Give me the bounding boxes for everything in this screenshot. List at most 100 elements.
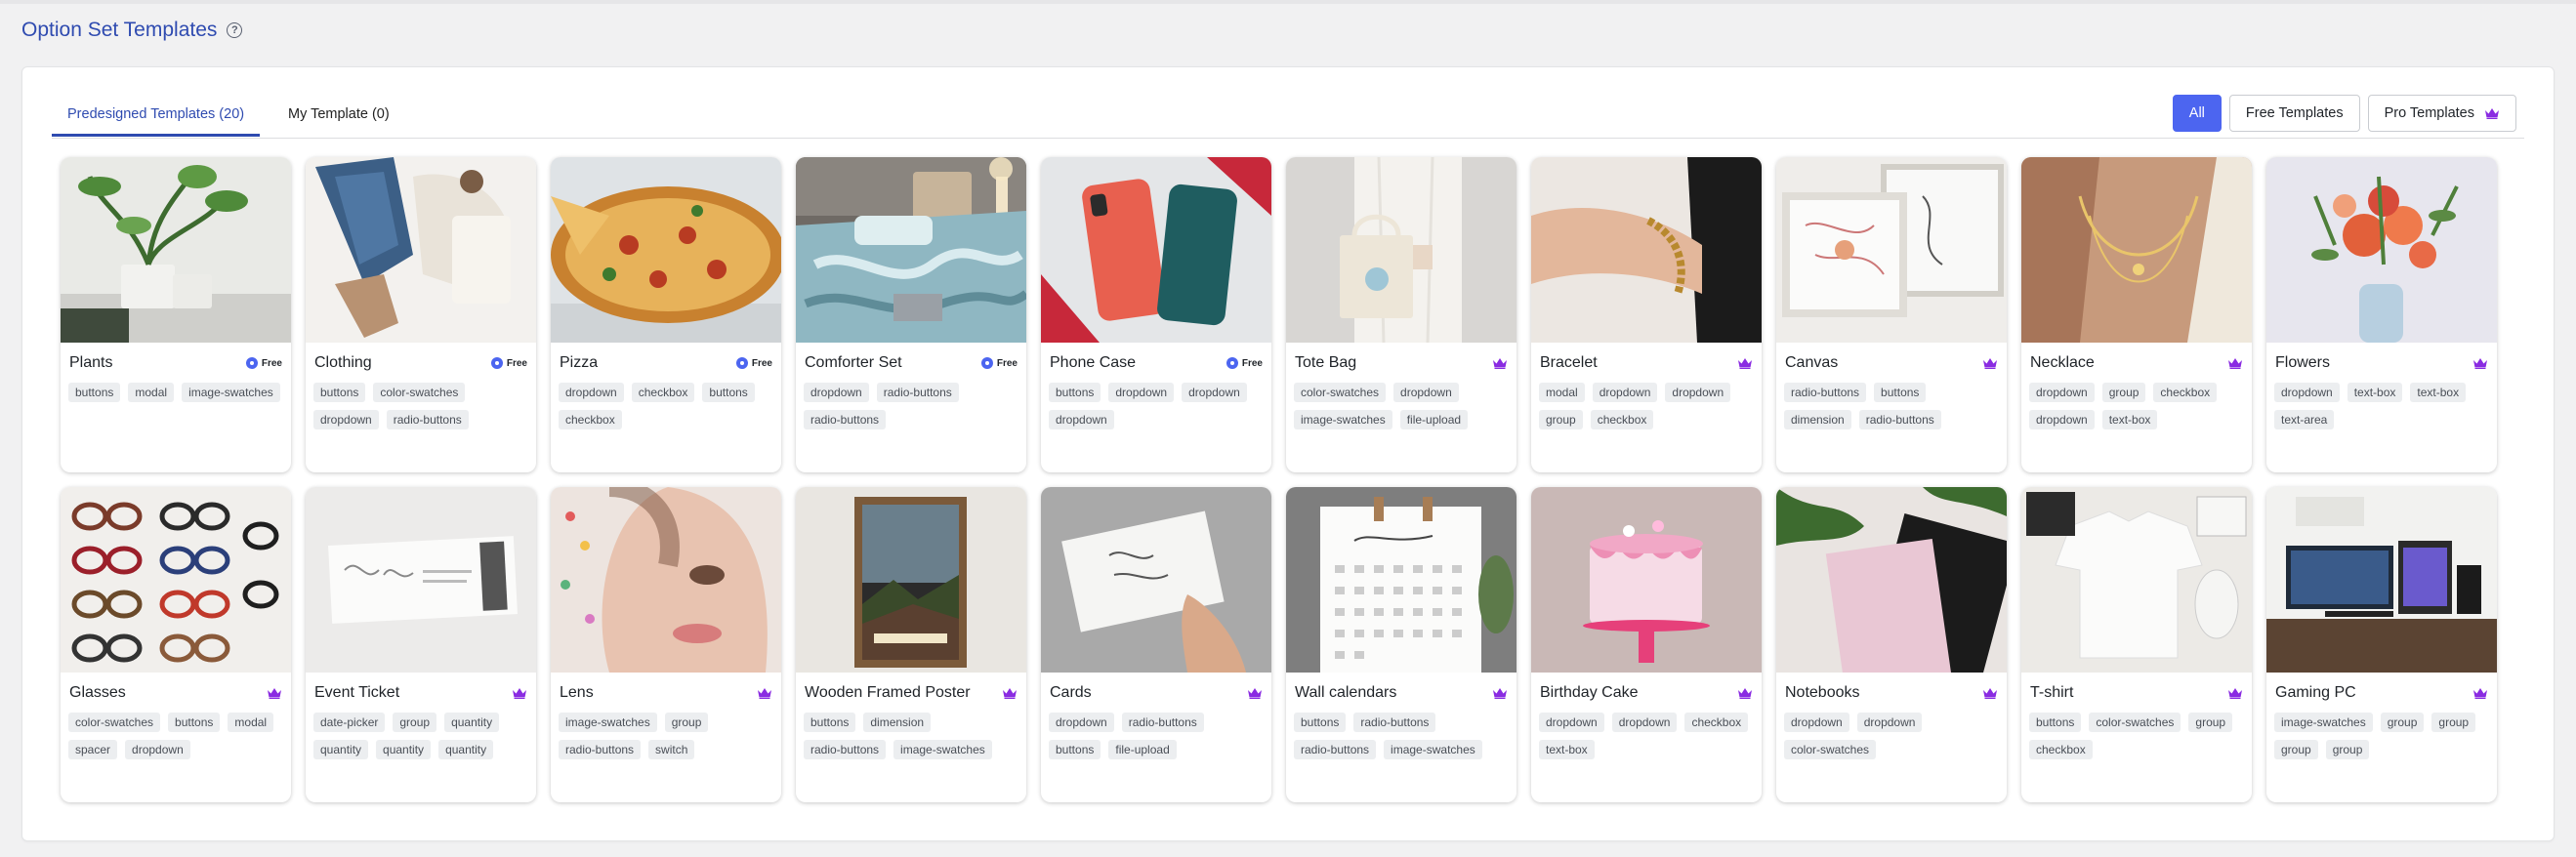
template-thumbnail [2266, 487, 2497, 673]
option-type-tag: buttons [804, 713, 856, 732]
option-type-tag: quantity [313, 740, 369, 759]
crown-icon [268, 688, 281, 699]
template-card[interactable]: Phone Case Free buttons dropdown dropdown d… [1041, 157, 1271, 472]
template-card-header: T-shirt [2021, 682, 2252, 704]
template-card[interactable]: Plants Free buttons modal image-swatches [61, 157, 291, 472]
template-card-header: Bracelet [1531, 352, 1762, 374]
template-card[interactable]: Canvas radio-buttons buttons dimension radi… [1776, 157, 2007, 472]
tab-predesigned-templates[interactable]: Predesigned Templates (20) [52, 97, 261, 137]
option-type-tag: checkbox [1590, 410, 1654, 429]
template-card[interactable]: Birthday Cake dropdown dropdown checkbox te… [1531, 487, 1762, 802]
crown-icon [1983, 688, 1997, 699]
template-card[interactable]: Lens image-swatches group radio-buttons swi… [551, 487, 781, 802]
template-tags: dropdown radio-buttons radio-buttons [796, 383, 1026, 429]
option-type-tag: color-swatches [68, 713, 161, 732]
template-card[interactable]: Pizza Free dropdown checkbox buttons checkb… [551, 157, 781, 472]
template-card[interactable]: Notebooks dropdown dropdown color-swatches [1776, 487, 2007, 802]
template-card[interactable]: Necklace dropdown group checkbox dropdown te… [2021, 157, 2252, 472]
option-type-tag: file-upload [1108, 740, 1177, 759]
template-thumbnail [796, 157, 1026, 343]
option-type-tag: image-swatches [1384, 740, 1482, 759]
free-badge: Free [1226, 357, 1263, 369]
template-card-header: Clothing Free [306, 352, 536, 374]
template-tags: buttons modal image-swatches [61, 383, 291, 402]
crown-icon [2228, 688, 2242, 699]
templates-panel: Predesigned Templates (20) My Template (… [21, 66, 2555, 841]
option-type-tag: modal [1539, 383, 1585, 402]
option-type-tag: dropdown [2029, 383, 2095, 402]
template-card[interactable]: Gaming PC image-swatches group group group g… [2266, 487, 2497, 802]
template-card[interactable]: T-shirt buttons color-swatches group checkb… [2021, 487, 2252, 802]
template-card[interactable]: Glasses color-swatches buttons modal spacer… [61, 487, 291, 802]
option-type-tag: dropdown [2274, 383, 2340, 402]
option-type-tag: dropdown [125, 740, 190, 759]
option-type-tag: group [2325, 740, 2370, 759]
option-type-tag: quantity [376, 740, 432, 759]
option-type-tag: text-box [2101, 410, 2158, 429]
template-title: Wooden Framed Poster [805, 684, 971, 701]
option-type-tag: buttons [1049, 740, 1101, 759]
template-card-header: Wall calendars [1286, 682, 1517, 704]
free-badge-label: Free [751, 357, 772, 369]
template-grid: Plants Free buttons modal image-swatches C… [61, 157, 2497, 802]
template-tags: dropdown dropdown color-swatches [1776, 713, 2007, 759]
template-tags: buttons color-swatches dropdown radio-butto… [306, 383, 536, 429]
template-thumbnail [61, 157, 291, 343]
option-type-tag: radio-buttons [1858, 410, 1941, 429]
free-badge-icon [980, 357, 993, 369]
template-tags: radio-buttons buttons dimension radio-butto… [1776, 383, 2007, 429]
template-card[interactable]: Flowers dropdown text-box text-box text-are… [2266, 157, 2497, 472]
template-tags: buttons radio-buttons radio-buttons image-s… [1286, 713, 1517, 759]
option-type-tag: color-swatches [1294, 383, 1387, 402]
option-type-tag: dimension [1784, 410, 1851, 429]
template-thumbnail [61, 487, 291, 673]
template-card[interactable]: Wooden Framed Poster buttons dimension rad… [796, 487, 1026, 802]
option-type-tag: buttons [1049, 383, 1101, 402]
option-type-tag: dropdown [1665, 383, 1731, 402]
tab-my-template[interactable]: My Template (0) [272, 97, 405, 137]
template-title: Birthday Cake [1540, 684, 1639, 701]
template-card[interactable]: Tote Bag color-swatches dropdown image-swa… [1286, 157, 1517, 472]
crown-icon [1493, 688, 1507, 699]
option-type-tag: checkbox [2029, 740, 2093, 759]
option-type-tag: buttons [1294, 713, 1347, 732]
free-badge-icon [735, 357, 748, 369]
template-thumbnail [2266, 157, 2497, 343]
free-badge-label: Free [261, 357, 282, 369]
template-title: Tote Bag [1295, 354, 1357, 371]
template-card[interactable]: Bracelet modal dropdown dropdown group check… [1531, 157, 1762, 472]
help-icon[interactable]: ? [227, 22, 243, 38]
free-badge-icon [490, 357, 503, 369]
option-type-tag: group [2101, 383, 2146, 402]
option-type-tag: file-upload [1399, 410, 1469, 429]
template-tags: dropdown dropdown checkbox text-box [1531, 713, 1762, 759]
filter-free-templates-button[interactable]: Free Templates [2228, 95, 2360, 132]
template-card-header: Canvas [1776, 352, 2007, 374]
option-type-tag: dropdown [1592, 383, 1658, 402]
template-title: Clothing [314, 354, 372, 371]
option-type-tag: dropdown [1049, 410, 1114, 429]
template-card[interactable]: Cards dropdown radio-buttons buttons file-u… [1041, 487, 1271, 802]
template-card[interactable]: Comforter Set Free dropdown radio-buttons… [796, 157, 1026, 472]
option-type-tag: group [2380, 713, 2425, 732]
template-card[interactable]: Clothing Free buttons color-swatches dropd… [306, 157, 536, 472]
template-card-header: Notebooks [1776, 682, 2007, 704]
template-thumbnail [1531, 487, 1762, 673]
template-card[interactable]: Wall calendars buttons radio-buttons radio… [1286, 487, 1517, 802]
option-type-tag: group [1539, 410, 1583, 429]
filter-pro-templates-button[interactable]: Pro Templates [2367, 95, 2516, 132]
top-edge-bar [0, 0, 2576, 4]
filter-all-button[interactable]: All [2172, 95, 2222, 132]
option-type-tag: radio-buttons [1353, 713, 1436, 732]
template-tags: color-swatches buttons modal spacer dropdown [61, 713, 291, 759]
crown-icon [1738, 358, 1752, 369]
template-tags: dropdown radio-buttons buttons file-upload [1041, 713, 1271, 759]
option-type-tag: spacer [68, 740, 118, 759]
option-type-tag: radio-buttons [1294, 740, 1377, 759]
option-type-tag: modal [228, 713, 274, 732]
template-card[interactable]: Event Ticket date-picker group quantity qua… [306, 487, 536, 802]
option-type-tag: group [2274, 740, 2318, 759]
option-type-tag: quantity [438, 740, 494, 759]
option-type-tag: dropdown [1182, 383, 1247, 402]
option-type-tag: image-swatches [2274, 713, 2373, 732]
